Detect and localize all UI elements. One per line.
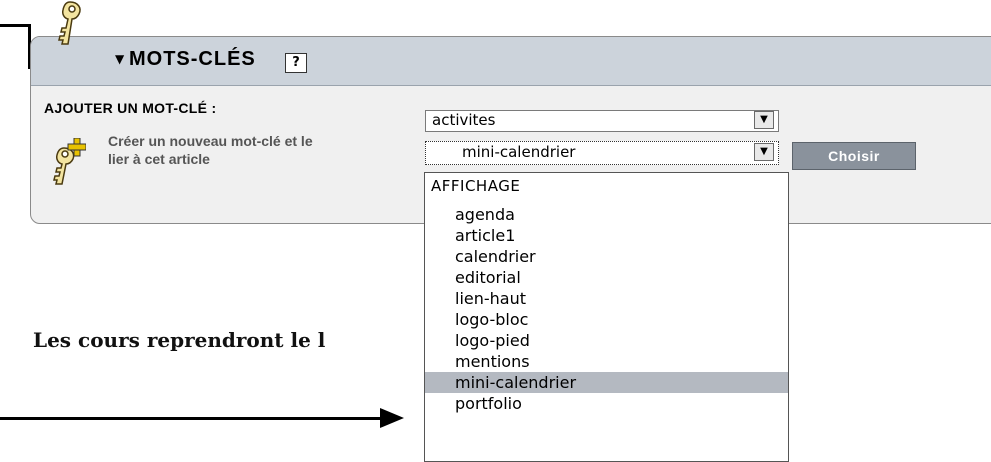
dropdown-group-label: AFFICHAGE (431, 177, 521, 195)
key-icon (58, 1, 81, 45)
group-select-arrow-box[interactable]: ▼ (750, 110, 779, 132)
annotation-arrow-top-stub (0, 24, 30, 27)
dropdown-option[interactable]: agenda (425, 204, 788, 225)
group-select-value: activites (432, 111, 496, 129)
keyword-select-arrow-box[interactable]: ▼ (750, 141, 779, 165)
dropdown-option[interactable]: portfolio (425, 393, 788, 414)
dropdown-option-selected[interactable]: mini-calendrier (425, 372, 788, 393)
help-button[interactable]: ? (285, 53, 307, 73)
chevron-down-icon[interactable]: ▼ (754, 143, 774, 161)
panel-title[interactable]: MOTS-CLÉS (129, 48, 256, 71)
dropdown-option[interactable]: lien-haut (425, 288, 788, 309)
dropdown-option[interactable]: calendrier (425, 246, 788, 267)
dropdown-option[interactable]: editorial (425, 267, 788, 288)
annotation-arrow-bottom-line (0, 417, 385, 420)
panel-header[interactable]: ▼ MOTS-CLÉS ? (31, 37, 991, 86)
annotation-arrow-bottom-head (380, 408, 404, 428)
create-keyword-link[interactable]: Créer un nouveau mot-clé et le lier à ce… (108, 132, 318, 168)
dropdown-option[interactable]: article1 (425, 225, 788, 246)
dropdown-option[interactable]: mentions (425, 351, 788, 372)
key-plus-icon[interactable] (52, 138, 86, 186)
article-paragraph: Les cours reprendront le l (33, 328, 326, 352)
chevron-down-icon[interactable]: ▼ (754, 111, 774, 129)
dropdown-option[interactable]: logo-pied (425, 330, 788, 351)
keyword-select-value: mini-calendrier (462, 143, 576, 161)
group-select[interactable]: activites (425, 110, 779, 132)
dropdown-option[interactable]: logo-bloc (425, 309, 788, 330)
keyword-select[interactable]: mini-calendrier (425, 141, 779, 165)
triangle-down-icon[interactable]: ▼ (115, 52, 124, 66)
choose-button[interactable]: Choisir (792, 142, 916, 170)
add-keyword-label: AJOUTER UN MOT-CLÉ : (44, 100, 217, 116)
keyword-dropdown-list[interactable]: AFFICHAGE agenda article1 calendrier edi… (424, 172, 789, 462)
